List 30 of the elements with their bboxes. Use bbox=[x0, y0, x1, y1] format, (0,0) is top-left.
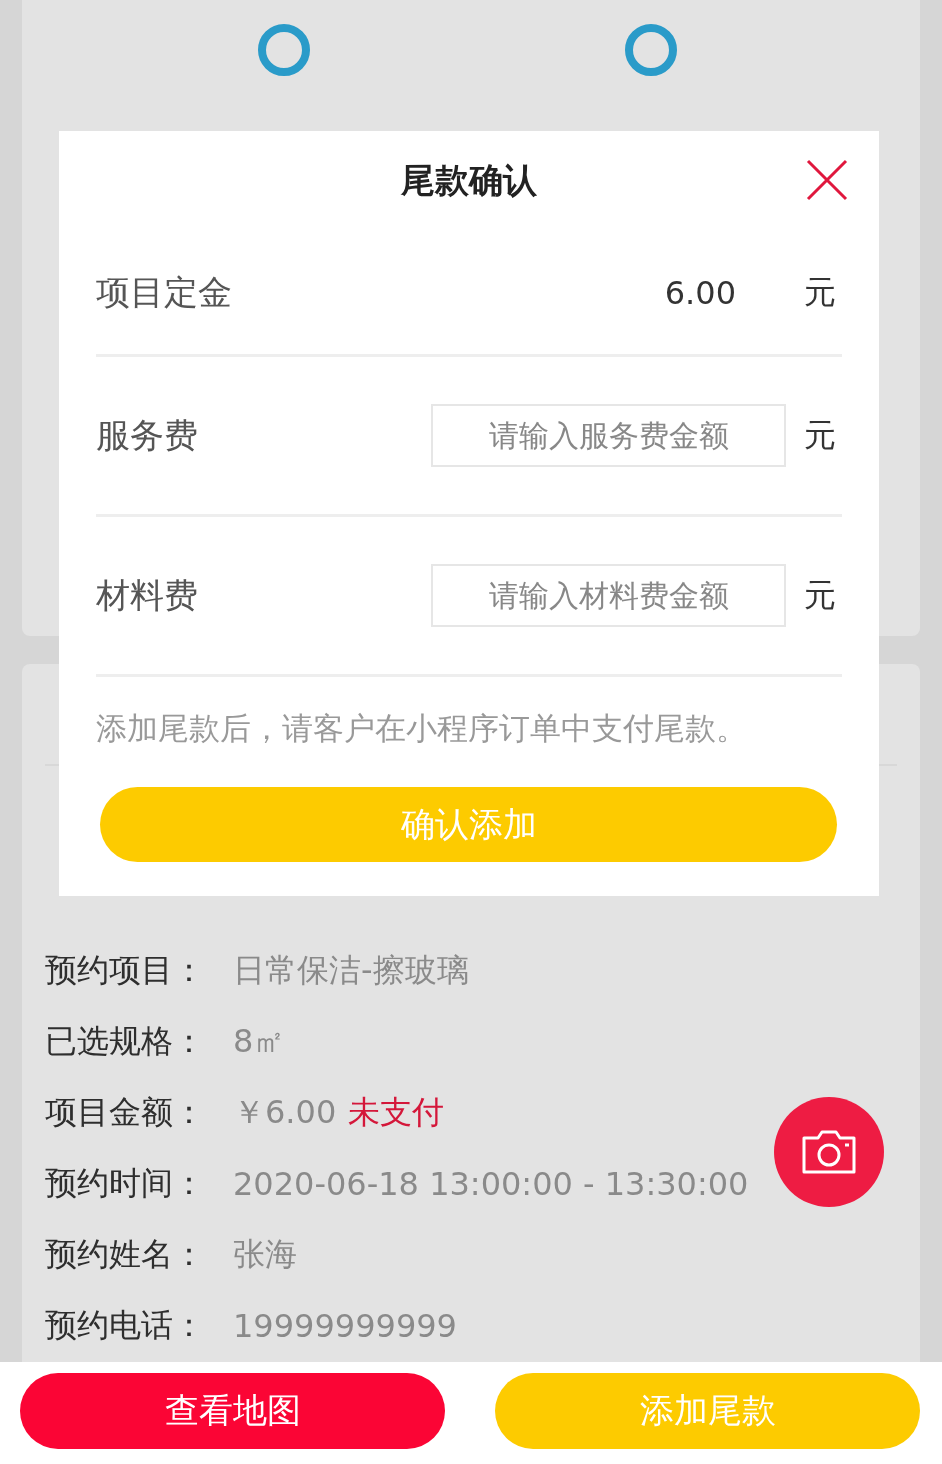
add-payment-button[interactable]: 添加尾款 bbox=[495, 1373, 920, 1449]
field-label: 材料费 bbox=[96, 573, 199, 617]
field-label: 预约电话： bbox=[45, 1304, 206, 1346]
amount-input[interactable]: 请输入服务费金额 bbox=[431, 404, 786, 467]
close-icon bbox=[805, 158, 849, 202]
field-label: 已选规格： bbox=[45, 1020, 206, 1062]
confirm-button[interactable]: 确认添加 bbox=[100, 787, 837, 862]
field-label: 项目定金 bbox=[96, 270, 233, 314]
field-value: 8㎡ bbox=[233, 1020, 286, 1062]
view-map-button[interactable]: 查看地图 bbox=[20, 1373, 445, 1449]
unit-label: 元 bbox=[803, 271, 837, 313]
payment-status: 未支付 bbox=[348, 1091, 445, 1133]
field-value: 19999999999 bbox=[233, 1306, 457, 1345]
field-value: 张海 bbox=[233, 1233, 297, 1275]
unit-label: 元 bbox=[803, 414, 837, 456]
field-value: 日常保洁-擦玻璃 bbox=[233, 949, 469, 991]
deposit-amount: 6.00 bbox=[664, 273, 736, 312]
field-label: 预约项目： bbox=[45, 949, 206, 991]
unit-label: 元 bbox=[803, 574, 837, 616]
field-value: 2020-06-18 13:00:00 - 13:30:00 bbox=[233, 1164, 749, 1203]
field-label: 项目金额： bbox=[45, 1091, 206, 1133]
field-label: 服务费 bbox=[96, 413, 199, 457]
close-button[interactable] bbox=[805, 158, 849, 202]
field-label: 预约时间： bbox=[45, 1162, 206, 1204]
dialog-title: 尾款确认 bbox=[401, 159, 537, 202]
field-label: 预约姓名： bbox=[45, 1233, 206, 1275]
payment-note: 添加尾款后，请客户在小程序订单中支付尾款。 bbox=[96, 708, 748, 748]
amount-input[interactable]: 请输入材料费金额 bbox=[431, 564, 786, 627]
camera-icon bbox=[800, 1130, 858, 1174]
field-value: ￥6.00 bbox=[233, 1091, 337, 1133]
